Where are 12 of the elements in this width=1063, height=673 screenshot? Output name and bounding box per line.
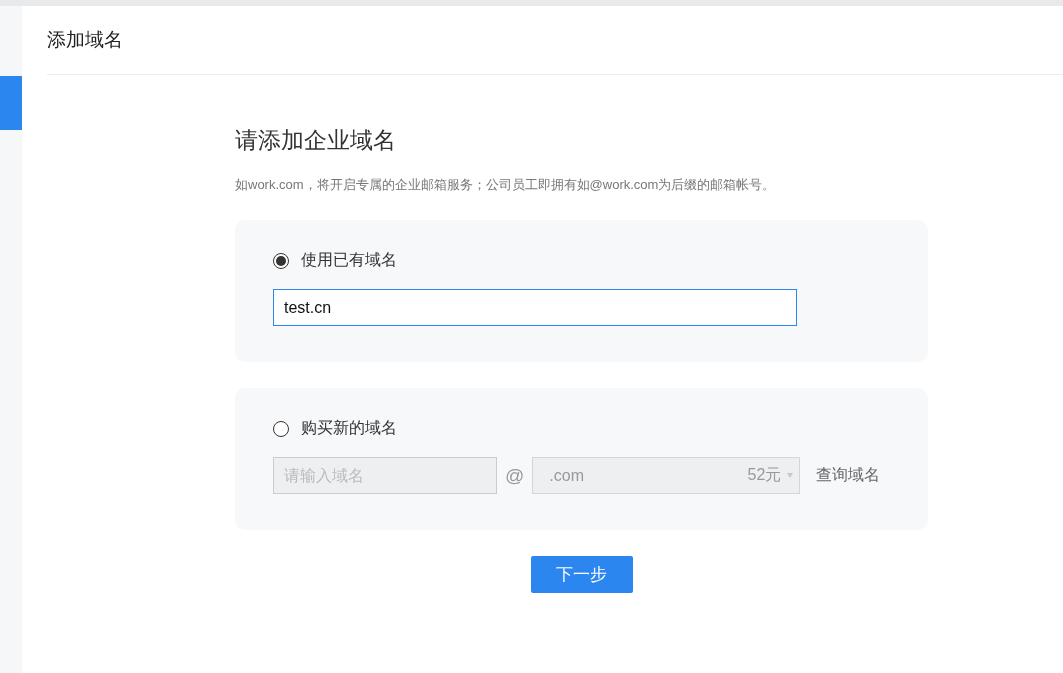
radio-label[interactable]: 购买新的域名 bbox=[301, 418, 397, 439]
query-domain-link[interactable]: 查询域名 bbox=[816, 465, 881, 486]
next-button[interactable]: 下一步 bbox=[530, 556, 633, 593]
radio-label[interactable]: 使用已有域名 bbox=[301, 250, 397, 271]
at-sign: @ bbox=[505, 464, 525, 487]
caret-icon bbox=[787, 473, 794, 478]
radio-button[interactable] bbox=[273, 420, 289, 437]
page-title: 添加域名 bbox=[47, 28, 123, 52]
description: 如work.com，将开启专属的企业邮箱服务；公司员工即拥有如@work.com为后缀的邮箱帐号。 bbox=[235, 176, 777, 194]
heading: 请添加企业域名 bbox=[235, 126, 397, 155]
radio-button[interactable] bbox=[273, 252, 289, 269]
domain-input[interactable]: test.cn bbox=[273, 289, 797, 326]
